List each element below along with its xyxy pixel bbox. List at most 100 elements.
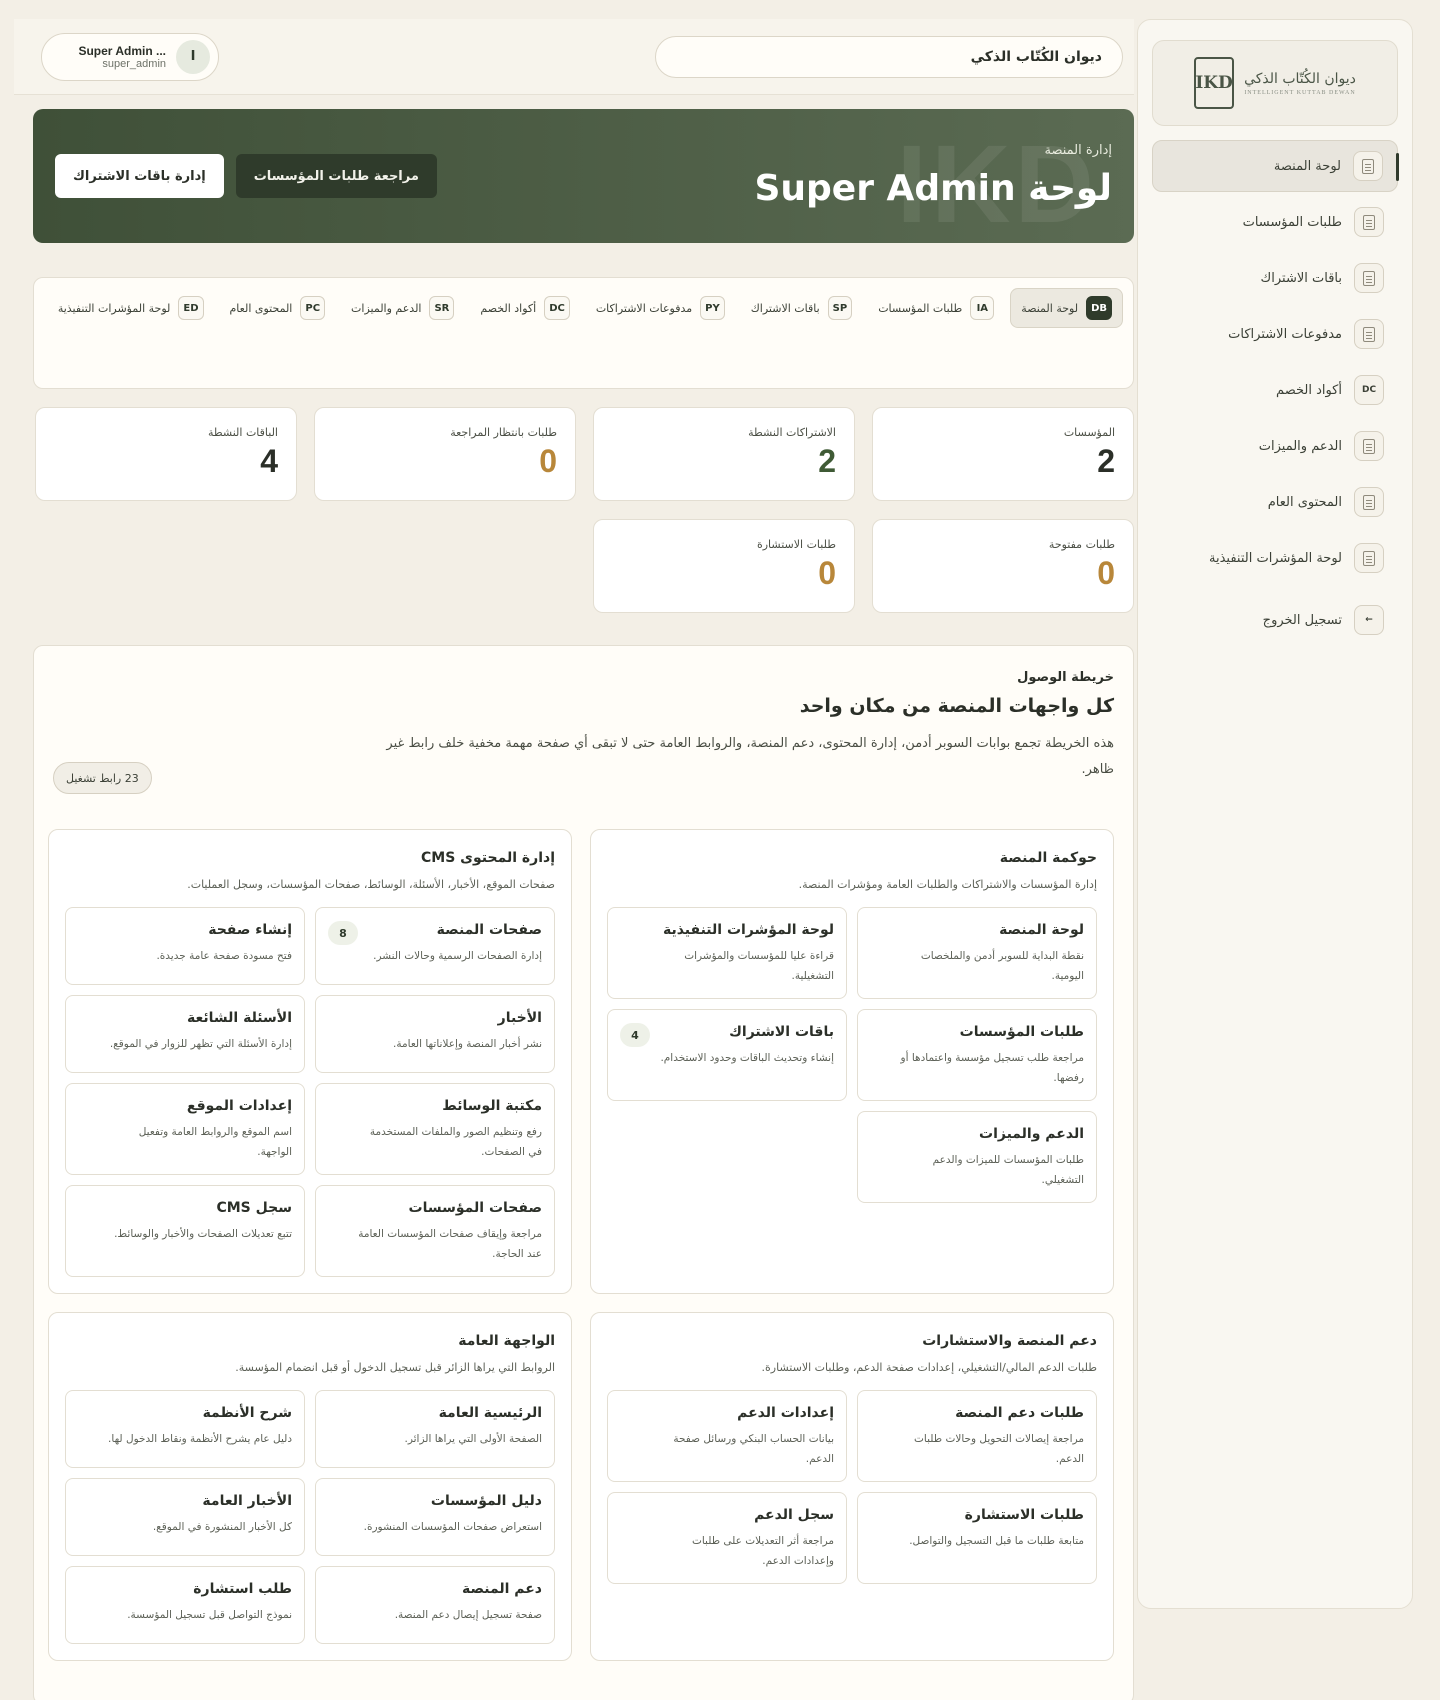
link-card[interactable]: طلبات دعم المنصة مراجعة إيصالات التحويل و… bbox=[857, 1390, 1097, 1482]
link-card[interactable]: الأخبار العامة كل الأخبار المنشورة في الم… bbox=[65, 1478, 305, 1556]
tab-discount-codes[interactable]: DC أكواد الخصم bbox=[470, 288, 579, 328]
sidebar-item-label: أكواد الخصم bbox=[1276, 382, 1342, 398]
stat-card-consultation-requests: طلبات الاستشارة 0 bbox=[593, 519, 855, 613]
link-card[interactable]: الأسئلة الشائعة إدارة الأسئلة التي تظهر ل… bbox=[65, 995, 305, 1073]
manage-plans-button[interactable]: إدارة باقات الاشتراك bbox=[55, 154, 224, 198]
tab-label: المحتوى العام bbox=[229, 301, 293, 315]
stat-value: 2 bbox=[1097, 443, 1115, 479]
access-map-header: خريطة الوصول كل واجهات المنصة من مكان وا… bbox=[53, 670, 1114, 794]
review-org-requests-button[interactable]: مراجعة طلبات المؤسسات bbox=[235, 154, 437, 198]
app-title: ديوان الكُتّاب الذكي bbox=[970, 48, 1102, 65]
tab-label: مدفوعات الاشتراكات bbox=[595, 301, 693, 315]
brand-logo[interactable]: ديوان الكُتّاب الذكي INTELLIGENT KUTTAB … bbox=[1152, 40, 1398, 126]
sidebar-item-discount-codes[interactable]: DC أكواد الخصم bbox=[1152, 364, 1398, 416]
link-card-description: نقطة البداية للسوبر أدمن والملخصات اليوم… bbox=[920, 950, 1084, 982]
link-card[interactable]: سجل الدعم مراجعة أثر التعديلات على طلبات … bbox=[607, 1492, 847, 1584]
link-card-description: إنشاء وتحديث الباقات وحدود الاستخدام. bbox=[660, 1052, 834, 1064]
stat-label: طلبات الاستشارة bbox=[756, 538, 836, 551]
link-card[interactable]: شرح الأنظمة دليل عام يشرح الأنظمة ونقاط ا… bbox=[65, 1390, 305, 1468]
sidebar-item-subscription-plans[interactable]: باقات الاشتراك bbox=[1152, 252, 1398, 304]
link-card[interactable]: سجل CMS تتبع تعديلات الصفحات والأخبار وال… bbox=[65, 1185, 305, 1277]
sidebar-item-org-requests[interactable]: طلبات المؤسسات bbox=[1152, 196, 1398, 248]
link-card[interactable]: طلب استشارة نموذج التواصل قبل تسجيل المؤس… bbox=[65, 1566, 305, 1644]
sidebar-item-executive-dashboard[interactable]: لوحة المؤشرات التنفيذية bbox=[1152, 532, 1398, 584]
stat-value: 0 bbox=[818, 555, 836, 591]
link-card-description: رفع وتنظيم الصور والملفات المستخدمة في ا… bbox=[369, 1126, 542, 1158]
arrow-left-icon: ← bbox=[1354, 605, 1384, 635]
link-card-description: اسم الموقع والروابط العامة وتفعيل الواجه… bbox=[138, 1126, 292, 1158]
stat-label: الاشتراكات النشطة bbox=[748, 426, 836, 439]
link-card[interactable]: دعم المنصة صفحة تسجيل إيصال دعم المنصة. bbox=[315, 1566, 555, 1644]
logo-arabic-name: ديوان الكُتّاب الذكي bbox=[1244, 70, 1356, 87]
discount-code-icon: DC bbox=[1354, 375, 1384, 405]
link-card-description: إدارة الأسئلة التي تظهر للزوار في الموقع… bbox=[109, 1038, 292, 1050]
link-card[interactable]: مكتبة الوسائط رفع وتنظيم الصور والملفات ا… bbox=[315, 1083, 555, 1175]
link-card-description: متابعة طلبات ما قبل التسجيل والتواصل. bbox=[909, 1535, 1084, 1547]
section-title: حوكمة المنصة bbox=[999, 850, 1097, 866]
link-card[interactable]: طلبات المؤسسات مراجعة طلب تسجيل مؤسسة واع… bbox=[857, 1009, 1097, 1101]
link-card[interactable]: باقات الاشتراك إنشاء وتحديث الباقات وحدود… bbox=[607, 1009, 847, 1101]
link-card-title: إنشاء صفحة bbox=[208, 922, 292, 938]
link-card[interactable]: الأخبار نشر أخبار المنصة وإعلاناتها العام… bbox=[315, 995, 555, 1073]
hero-texts: إدارة المنصة لوحة Super Admin bbox=[754, 143, 1112, 209]
link-card[interactable]: إعدادات الموقع اسم الموقع والروابط العامة… bbox=[65, 1083, 305, 1175]
tab-subscription-payments[interactable]: PY مدفوعات الاشتراكات bbox=[586, 288, 735, 328]
tab-code: SR bbox=[429, 296, 455, 320]
link-card-description: صفحة تسجيل إيصال دعم المنصة. bbox=[394, 1609, 542, 1621]
link-card-title: سجل CMS bbox=[216, 1200, 292, 1216]
section-cms: إدارة المحتوى CMS صفحات الموقع، الأخبار، … bbox=[48, 829, 572, 1294]
sidebar-item-platform-dashboard[interactable]: لوحة المنصة bbox=[1152, 140, 1399, 192]
link-cards: لوحة المنصة نقطة البداية للسوبر أدمن والم… bbox=[607, 907, 1097, 1203]
tab-label: طلبات المؤسسات bbox=[878, 301, 963, 315]
hero-actions: مراجعة طلبات المؤسسات إدارة باقات الاشتر… bbox=[55, 154, 437, 198]
tab-code: DB bbox=[1086, 296, 1112, 320]
stat-card-active-subscriptions: الاشتراكات النشطة 2 bbox=[593, 407, 855, 501]
link-card-title: طلبات المؤسسات bbox=[959, 1024, 1084, 1040]
stat-label: طلبات بانتظار المراجعة bbox=[450, 426, 557, 439]
sidebar-item-subscription-payments[interactable]: مدفوعات الاشتراكات bbox=[1152, 308, 1398, 360]
link-card[interactable]: الرئيسية العامة الصفحة الأولى التي يراها … bbox=[315, 1390, 555, 1468]
tab-org-requests[interactable]: IA طلبات المؤسسات bbox=[868, 288, 1004, 328]
link-card-title: صفحات المؤسسات bbox=[408, 1200, 542, 1216]
link-card-description: استعراض صفحات المؤسسات المنشورة. bbox=[363, 1521, 542, 1533]
section-title: الواجهة العامة bbox=[458, 1333, 555, 1349]
user-info: Super Admin ... super_admin bbox=[78, 44, 166, 70]
tab-platform-dashboard[interactable]: DB لوحة المنصة bbox=[1010, 288, 1123, 328]
sidebar-item-label: المحتوى العام bbox=[1267, 494, 1342, 510]
app-title-field[interactable]: ديوان الكُتّاب الذكي bbox=[655, 35, 1123, 78]
tab-support-features[interactable]: SR الدعم والميزات bbox=[341, 288, 464, 328]
stat-label: الباقات النشطة bbox=[207, 426, 278, 439]
sidebar-item-public-content[interactable]: المحتوى العام bbox=[1152, 476, 1398, 528]
stat-label: طلبات مفتوحة bbox=[1048, 538, 1115, 551]
section-tabs: DB لوحة المنصة IA طلبات المؤسسات SP باقا… bbox=[33, 277, 1134, 389]
section-title: دعم المنصة والاستشارات bbox=[922, 1333, 1097, 1349]
logo-english-name: INTELLIGENT KUTTAB DEWAN bbox=[1244, 89, 1356, 96]
section-description: طلبات الدعم المالي/التشغيلي، إعدادات صفح… bbox=[761, 1361, 1097, 1374]
user-menu[interactable]: I Super Admin ... super_admin bbox=[41, 32, 219, 81]
link-card-title: مكتبة الوسائط bbox=[442, 1098, 542, 1114]
link-card[interactable]: إنشاء صفحة فتح مسودة صفحة عامة جديدة. bbox=[65, 907, 305, 985]
access-map-title: كل واجهات المنصة من مكان واحد bbox=[799, 695, 1114, 717]
sidebar-item-label: مدفوعات الاشتراكات bbox=[1228, 326, 1342, 342]
link-card[interactable]: صفحات المنصة إدارة الصفحات الرسمية وحالات… bbox=[315, 907, 555, 985]
tab-public-content[interactable]: PC المحتوى العام bbox=[220, 288, 336, 328]
sidebar-item-label: لوحة المنصة bbox=[1273, 158, 1341, 174]
link-card-description: مراجعة وإيقاف صفحات المؤسسات العامة عند … bbox=[358, 1228, 542, 1260]
stat-value: 4 bbox=[260, 443, 278, 479]
logout-button[interactable]: ← تسجيل الخروج bbox=[1152, 594, 1398, 646]
link-card[interactable]: دليل المؤسسات استعراض صفحات المؤسسات المن… bbox=[315, 1478, 555, 1556]
link-card-title: الرئيسية العامة bbox=[438, 1405, 542, 1421]
link-card[interactable]: إعدادات الدعم بيانات الحساب البنكي ورسائل… bbox=[607, 1390, 847, 1482]
links-count-badge: 23 رابط تشغيل bbox=[53, 762, 152, 794]
link-card[interactable]: لوحة المؤشرات التنفيذية قراءة عليا للمؤسس… bbox=[607, 907, 847, 999]
link-card[interactable]: طلبات الاستشارة متابعة طلبات ما قبل التسج… bbox=[857, 1492, 1097, 1584]
link-card[interactable]: الدعم والميزات طلبات المؤسسات للميزات وال… bbox=[857, 1111, 1097, 1203]
sidebar-item-support-features[interactable]: الدعم والميزات bbox=[1152, 420, 1398, 472]
link-card[interactable]: لوحة المنصة نقطة البداية للسوبر أدمن والم… bbox=[857, 907, 1097, 999]
tab-subscription-plans[interactable]: SP باقات الاشتراك bbox=[741, 288, 862, 328]
link-card-description: مراجعة طلب تسجيل مؤسسة واعتمادها أو رفضه… bbox=[900, 1052, 1084, 1084]
link-card-description: نشر أخبار المنصة وإعلاناتها العامة. bbox=[393, 1038, 542, 1050]
tab-executive-dashboard[interactable]: ED لوحة المؤشرات التنفيذية bbox=[48, 288, 214, 328]
link-card[interactable]: صفحات المؤسسات مراجعة وإيقاف صفحات المؤسس… bbox=[315, 1185, 555, 1277]
tab-label: أكواد الخصم bbox=[480, 301, 537, 315]
